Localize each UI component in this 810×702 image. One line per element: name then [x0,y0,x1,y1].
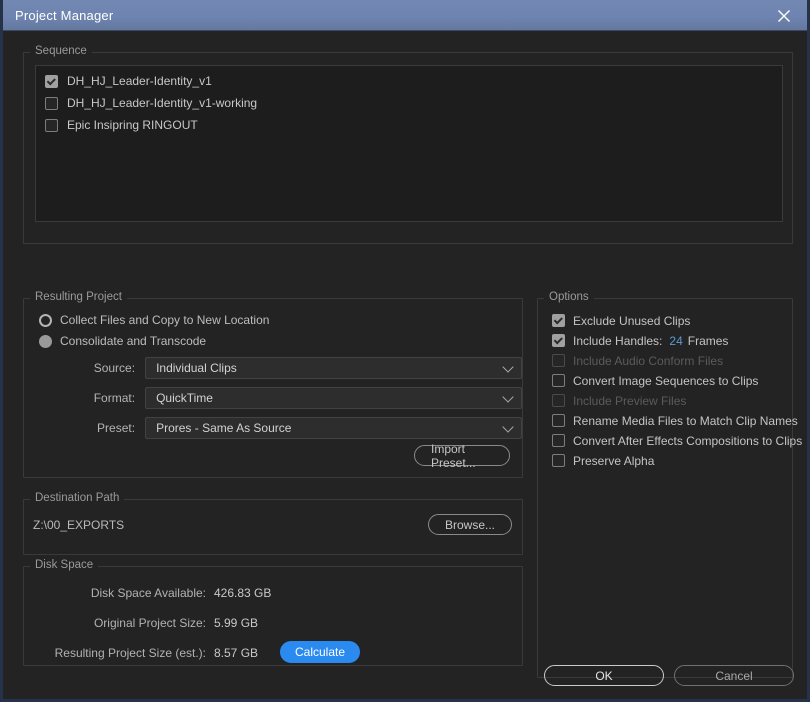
resulting-project-size-row: Resulting Project Size (est.): 8.57 GB [24,645,258,661]
format-value: QuickTime [156,391,213,405]
sequence-group: Sequence DH_HJ_Leader-Identity_v1 DH_HJ_… [23,45,793,244]
radio-label: Consolidate and Transcode [60,334,207,348]
row-value: 8.57 GB [214,646,259,660]
chevron-down-icon [502,421,514,433]
option-convert-after-effects-compositions[interactable]: Convert After Effects Compositions to Cl… [552,433,802,448]
preset-label: Preset: [97,421,136,435]
option-include-preview-files: Include Preview Files [552,393,686,408]
row-value: 426.83 GB [214,586,272,600]
project-manager-dialog: Project Manager Sequence DH_HJ_Leader-Id… [0,0,810,702]
option-convert-image-sequences-to-clips[interactable]: Convert Image Sequences to Clips [552,373,758,388]
import-preset-button[interactable]: Import Preset... [414,442,510,470]
sequence-item-label: Epic Insipring RINGOUT [67,118,198,132]
resulting-project-group: Resulting Project Collect Files and Copy… [23,291,523,478]
format-dropdown[interactable]: QuickTime [145,387,522,409]
sequence-checkbox[interactable] [45,96,58,110]
checkbox-icon[interactable] [552,434,565,447]
ok-button[interactable]: OK [544,665,664,686]
checkbox-icon[interactable] [552,314,565,327]
option-label: Convert After Effects Compositions to Cl… [573,433,803,448]
browse-button[interactable]: Browse... [428,514,512,535]
destination-path-group: Destination Path Z:\00_EXPORTS Browse... [23,492,523,555]
row-label: Disk Space Available: [90,586,206,600]
source-field-row: Source: Individual Clips [24,357,522,379]
title-bar: Project Manager [3,0,807,31]
checkbox-icon[interactable] [552,414,565,427]
checkbox-icon[interactable] [552,374,565,387]
option-preserve-alpha[interactable]: Preserve Alpha [552,453,654,468]
cancel-button[interactable]: Cancel [674,665,794,686]
window-title: Project Manager [15,7,114,23]
option-exclude-unused-clips[interactable]: Exclude Unused Clips [552,313,690,328]
radio-consolidate-transcode[interactable]: Consolidate and Transcode [39,334,206,348]
source-value: Individual Clips [156,361,237,375]
chevron-down-icon [502,361,514,373]
option-label: Rename Media Files to Match Clip Names [573,413,798,428]
option-label: Include Audio Conform Files [573,353,724,368]
sequence-checkbox[interactable] [45,118,58,132]
source-dropdown[interactable]: Individual Clips [145,357,522,379]
disk-space-group: Disk Space Disk Space Available: 426.83 … [23,559,523,666]
close-icon[interactable] [761,0,807,31]
resulting-project-legend: Resulting Project [30,291,127,303]
preset-dropdown[interactable]: Prores - Same As Source [145,417,522,439]
preset-field-row: Preset: Prores - Same As Source [24,417,522,439]
checkbox-icon [552,354,565,367]
sequence-legend: Sequence [30,45,92,57]
row-value: 5.99 GB [214,616,259,630]
option-label: Include Handles: [573,333,663,348]
option-include-handles[interactable]: Include Handles: 24 Frames [552,333,728,348]
radio-label: Collect Files and Copy to New Location [60,313,270,327]
preset-value: Prores - Same As Source [156,421,292,435]
dialog-body: Sequence DH_HJ_Leader-Identity_v1 DH_HJ_… [3,31,807,699]
option-label: Exclude Unused Clips [573,313,691,328]
sequence-list[interactable]: DH_HJ_Leader-Identity_v1 DH_HJ_Leader-Id… [35,65,783,222]
checkbox-icon[interactable] [552,334,565,347]
handles-unit-label: Frames [687,333,729,348]
radio-collect-files[interactable]: Collect Files and Copy to New Location [39,313,269,327]
format-field-row: Format: QuickTime [24,387,522,409]
list-item[interactable]: DH_HJ_Leader-Identity_v1 [36,70,782,92]
format-label: Format: [93,391,136,405]
sequence-item-label: DH_HJ_Leader-Identity_v1 [67,74,212,88]
row-label: Original Project Size: [93,616,206,630]
list-item[interactable]: DH_HJ_Leader-Identity_v1-working [36,92,782,114]
disk-space-legend: Disk Space [30,559,99,571]
options-legend: Options [544,291,594,303]
disk-space-available-row: Disk Space Available: 426.83 GB [24,585,272,601]
options-group: Options Exclude Unused Clips Include Han… [537,291,802,678]
radio-icon[interactable] [39,313,52,327]
option-label: Include Preview Files [573,393,687,408]
checkbox-icon[interactable] [552,454,565,467]
destination-path-legend: Destination Path [30,492,125,504]
row-label: Resulting Project Size (est.): [54,646,206,660]
destination-path-value: Z:\00_EXPORTS [33,518,125,532]
option-rename-media-files[interactable]: Rename Media Files to Match Clip Names [552,413,798,428]
calculate-button[interactable]: Calculate [280,641,360,663]
chevron-down-icon [502,391,514,403]
option-include-audio-conform-files: Include Audio Conform Files [552,353,723,368]
source-label: Source: [93,361,136,375]
sequence-checkbox[interactable] [45,74,58,88]
checkbox-icon [552,394,565,407]
radio-icon[interactable] [39,334,52,348]
sequence-item-label: DH_HJ_Leader-Identity_v1-working [67,96,258,110]
option-label: Convert Image Sequences to Clips [573,373,759,388]
option-label: Preserve Alpha [573,453,655,468]
original-project-size-row: Original Project Size: 5.99 GB [24,615,258,631]
list-item[interactable]: Epic Insipring RINGOUT [36,114,782,136]
handles-value-input[interactable]: 24 [669,334,682,348]
